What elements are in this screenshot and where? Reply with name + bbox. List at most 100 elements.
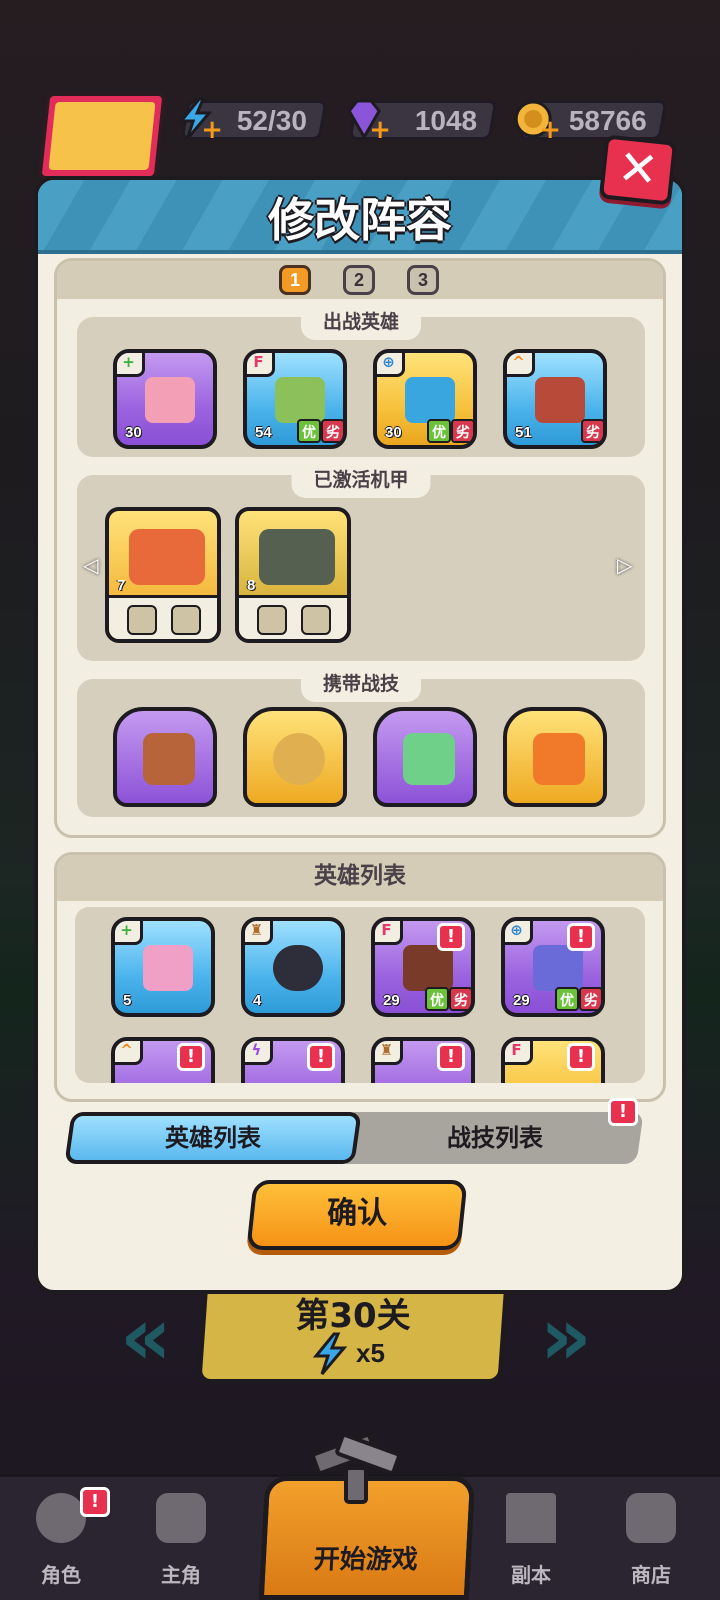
hero-portrait [273,945,323,991]
nav-label: 主角 [161,1563,201,1587]
mech-card-2[interactable]: 8 [235,507,351,643]
modal-title: 修改阵容 [268,193,452,247]
nav-item-shop[interactable]: 商店 [596,1477,706,1600]
hero-list-item[interactable]: ♜ ! [371,1037,475,1083]
crew-avatar [301,605,331,635]
skill-slot-3[interactable] [373,707,477,807]
crossed-guns-icon [311,1433,401,1504]
hero-list-item[interactable]: ϟ ! [241,1037,345,1083]
roles-icon [36,1493,86,1543]
modal-header: 修改阵容 [38,180,682,254]
flaming-pencil-icon [533,733,585,785]
hero-level: 29 [513,992,530,1009]
hero-list-item[interactable]: ^ ! [111,1037,215,1083]
close-icon: ✕ [615,139,662,199]
mech-portrait [129,529,205,585]
gun-icon: F [505,1041,533,1065]
hero-portrait [403,945,453,991]
tab-hero-list[interactable]: 英雄列表 [64,1112,362,1164]
mech-card-1[interactable]: 7 [105,507,221,643]
active-mechs-label: 已激活机甲 [291,463,431,498]
energy-value: 52/30 [236,105,307,136]
fire-icon: ^ [115,1041,143,1065]
nav-label: 副本 [511,1563,551,1587]
gem-counter[interactable]: + 1048 [347,99,498,145]
advantage-badge: 优 [425,987,449,1011]
castle-icon [506,1493,556,1543]
alert-icon: ! [437,923,465,951]
hero-list-title: 英雄列表 [57,855,663,901]
mech-next-arrow-icon[interactable]: ▷ [617,553,632,577]
nav-item-roles[interactable]: ! 角色 [6,1477,116,1600]
player-avatar[interactable] [37,92,167,180]
level-title: 第30关 [295,1296,411,1336]
advantage-badge: 优 [555,987,579,1011]
nav-item-dungeon[interactable]: 副本 [476,1477,586,1600]
skill-slot-1[interactable] [113,707,217,807]
nav-item-protagonist[interactable]: 主角 [126,1477,236,1600]
mech-portrait [259,529,335,585]
coin-value: 58766 [568,105,647,136]
hero-level: 54 [255,424,272,441]
coin-counter[interactable]: + 58766 [514,100,668,145]
tab-skill-list-label: 战技列表 [447,1124,543,1152]
hero-list-grid[interactable]: + 5 ♜ 4 F 29 优 劣 ! ⊕ 29 优 劣 ! ^ ! ϟ ! ♜ … [75,907,645,1083]
hero-portrait [145,377,195,423]
mech-prev-arrow-icon[interactable]: ◁ [83,553,98,577]
hero-list-item[interactable]: F 29 优 劣 ! [371,917,475,1017]
lineup-page-tabs: 1 2 3 [57,265,663,295]
lineup-tab-3[interactable]: 3 [407,265,439,295]
mech-level: 7 [117,577,126,594]
hero-list-item[interactable]: ⊕ 29 优 劣 ! [501,917,605,1017]
skill-slot-4[interactable] [503,707,607,807]
hero-level: 30 [125,424,142,441]
battle-heroes-section: 出战英雄 + 30 F 54 优 劣 ⊕ 30 优 劣 ^ 51 劣 [77,305,645,457]
level-cost-value: x5 [356,1338,385,1368]
hero-portrait [405,377,455,423]
edit-lineup-modal: 修改阵容 1 2 3 出战英雄 + 30 F 54 优 劣 ⊕ 30 优 劣 ^… [34,176,686,1294]
battle-hero-1[interactable]: + 30 [113,349,217,449]
hero-list-item[interactable]: + 5 [111,917,215,1017]
mech-crew [109,595,217,639]
plus-icon: + [115,921,143,945]
advantage-badge: 优 [297,419,321,443]
confirm-button[interactable]: 确认 [246,1180,468,1250]
next-level-chevron-icon[interactable]: » [540,1290,592,1383]
hero-list-item[interactable]: F ! [501,1037,605,1083]
disadvantage-badge: 劣 [449,987,471,1011]
disadvantage-badge: 劣 [321,419,343,443]
lineup-tab-2[interactable]: 2 [343,265,375,295]
lineup-panel: 1 2 3 出战英雄 + 30 F 54 优 劣 ⊕ 30 优 劣 ^ 51 劣… [54,258,666,838]
hero-list-panel: 英雄列表 + 5 ♜ 4 F 29 优 劣 ! ⊕ 29 优 劣 ! ^ ! ϟ… [54,852,666,1102]
alert-icon: ! [567,1043,595,1071]
advantage-badge: 优 [427,419,451,443]
tower-icon: ♜ [245,921,273,945]
battle-hero-2[interactable]: F 54 优 劣 [243,349,347,449]
hero-list-item[interactable]: ♜ 4 [241,917,345,1017]
crosshair-icon: ⊕ [505,921,533,945]
hero-portrait [143,945,193,991]
plus-icon: + [539,115,562,145]
disadvantage-badge: 劣 [581,419,603,443]
battle-hero-3[interactable]: ⊕ 30 优 劣 [373,349,477,449]
close-button[interactable]: ✕ [598,134,678,206]
alert-icon: ! [567,923,595,951]
lineup-tab-1[interactable]: 1 [279,265,311,295]
hero-level: 30 [385,424,402,441]
prev-level-chevron-icon[interactable]: « [120,1290,172,1383]
active-mechs-section: 已激活机甲 ◁ ▷ 7 8 [77,463,645,661]
plus-icon: + [369,115,392,145]
mech-crew [239,595,347,639]
cart-icon [626,1493,676,1543]
hero-level: 29 [383,992,400,1009]
spiked-club-icon [143,733,195,785]
protagonist-icon [156,1493,206,1543]
energy-counter[interactable]: + 52/30 [178,97,328,145]
battle-hero-4[interactable]: ^ 51 劣 [503,349,607,449]
gun-icon: F [247,353,275,377]
alert-icon: ! [307,1043,335,1071]
hero-portrait [533,945,583,991]
skill-slot-2[interactable] [243,707,347,807]
tab-skill-list[interactable]: 战技列表 [346,1112,644,1164]
hero-portrait [535,377,585,423]
